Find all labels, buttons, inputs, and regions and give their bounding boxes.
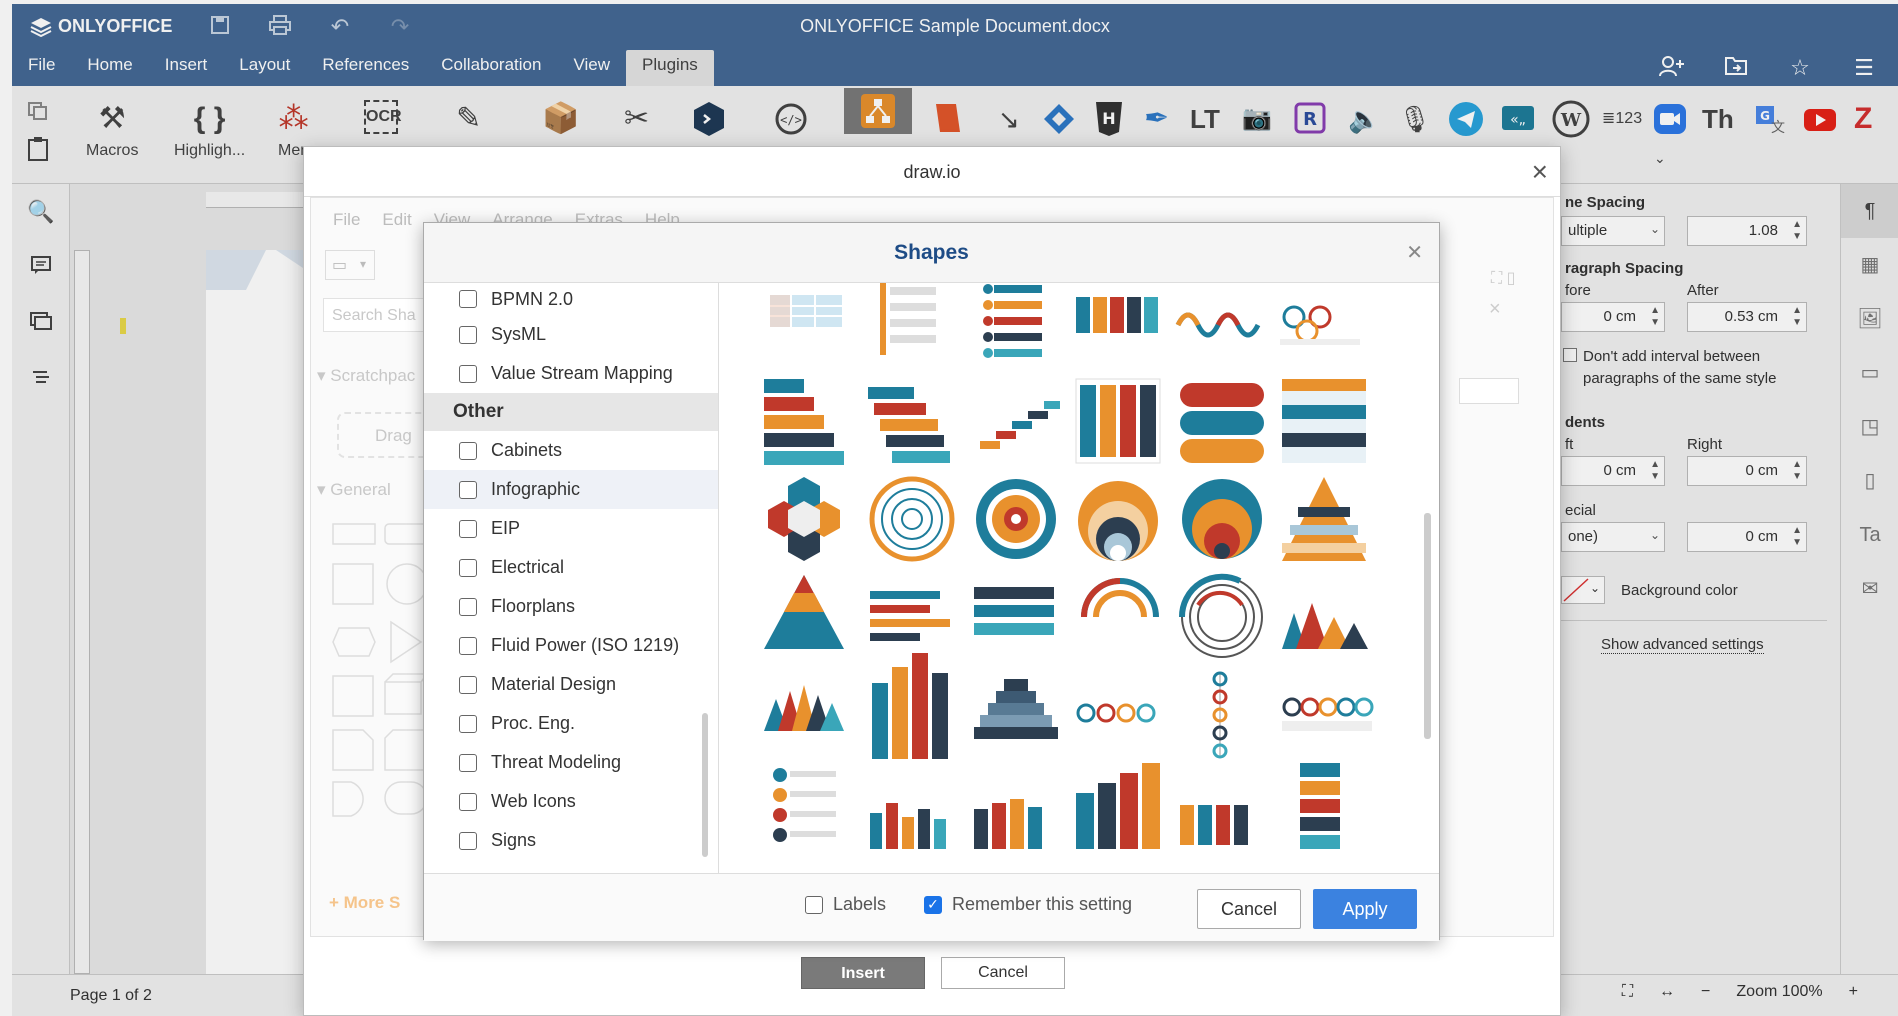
- preview-vertical-timeline: [1212, 671, 1228, 759]
- checkbox[interactable]: [459, 519, 477, 538]
- checkbox[interactable]: [459, 831, 477, 850]
- preview-target: [976, 479, 1056, 559]
- preview-semicircle-gauge: [1081, 578, 1159, 618]
- preview-3d-columns: [974, 799, 1042, 849]
- insert-button[interactable]: Insert: [801, 957, 925, 989]
- list-item[interactable]: Value Stream Mapping: [424, 354, 718, 393]
- preview-diagonal-steps: [980, 401, 1060, 449]
- list-item[interactable]: BPMN 2.0: [424, 283, 718, 315]
- fullscreen-icon[interactable]: ⛶ ▯: [1491, 268, 1515, 288]
- shapes-dialog: Shapes ✕ BPMN 2.0 SysML Value Stream Map…: [423, 222, 1440, 941]
- shapes-cancel-button[interactable]: Cancel: [1197, 889, 1301, 929]
- checkbox[interactable]: [459, 636, 477, 655]
- grid-scrollbar[interactable]: [1424, 513, 1431, 739]
- drawio-format-toggle[interactable]: ▭ ▾: [325, 250, 375, 280]
- list-item[interactable]: SysML: [424, 315, 718, 354]
- checkbox[interactable]: [459, 441, 477, 460]
- more-shapes-link[interactable]: + More S: [329, 893, 400, 913]
- preview-rounded-cards: [1180, 383, 1264, 463]
- preview-cup-columns: [1180, 805, 1248, 845]
- checkbox[interactable]: [459, 290, 477, 308]
- preview-bar-rows: [974, 587, 1054, 635]
- list-item[interactable]: EIP: [424, 509, 718, 548]
- preview-stepped-pyramid: [974, 679, 1058, 739]
- drawio-dialog-footer: Insert Cancel: [304, 945, 1560, 1015]
- preview-numbered-steps: [983, 284, 1042, 358]
- preview-3d-cylinders: [870, 803, 946, 849]
- list-item[interactable]: Web Icons: [424, 782, 718, 821]
- preview-striped-pyramid: [1282, 477, 1366, 561]
- preview-nested-arcs: [1078, 481, 1158, 561]
- list-item[interactable]: Electrical: [424, 548, 718, 587]
- scratchpad-section[interactable]: ▾ Scratchpac: [317, 366, 415, 386]
- preview-card-grid: [1075, 378, 1161, 464]
- list-item[interactable]: Signs: [424, 821, 718, 860]
- preview-bar-list: [870, 591, 950, 641]
- checkbox[interactable]: [459, 792, 477, 811]
- list-scrollbar[interactable]: [702, 713, 708, 857]
- preview-list: [880, 283, 936, 355]
- preview-table: [770, 295, 842, 327]
- list-item[interactable]: Infographic: [424, 470, 718, 509]
- preview-pyramid: [764, 575, 844, 649]
- list-item[interactable]: Cabinets: [424, 431, 718, 470]
- layout-icon: ▭: [332, 257, 348, 274]
- preview-wave: [1175, 312, 1261, 338]
- remember-setting-checkbox[interactable]: ✓: [924, 895, 942, 914]
- shapes-dialog-footer: Labels ✓ Remember this setting Cancel Ap…: [424, 873, 1439, 941]
- list-item[interactable]: Fluid Power (ISO 1219): [424, 626, 718, 665]
- infographic-previews: [764, 283, 1374, 849]
- drawio-cancel-button[interactable]: Cancel: [941, 957, 1065, 989]
- remember-setting-option[interactable]: ✓ Remember this setting: [924, 894, 1132, 915]
- list-item[interactable]: Proc. Eng.: [424, 704, 718, 743]
- preview-3d-blocks: [1076, 763, 1160, 849]
- list-item[interactable]: Floorplans: [424, 587, 718, 626]
- preview-mountain-range: [764, 685, 844, 731]
- preview-ring-timeline: [1282, 697, 1374, 731]
- preview-folded-ribbon: [1300, 763, 1340, 849]
- color-swatch[interactable]: [1459, 378, 1519, 404]
- shapes-dialog-title: Shapes: [894, 241, 969, 264]
- preview-table-grid: [1282, 379, 1366, 463]
- checkbox[interactable]: [459, 597, 477, 616]
- drawio-menu-edit[interactable]: Edit: [382, 210, 411, 230]
- list-item[interactable]: Material Design: [424, 665, 718, 704]
- drawio-dialog-header: draw.io ×: [304, 147, 1560, 197]
- chevron-down-icon: ▾: [360, 257, 367, 271]
- labels-checkbox[interactable]: [805, 895, 823, 914]
- preview-column-chart: [872, 653, 948, 759]
- close-icon[interactable]: ✕: [1406, 223, 1423, 283]
- preview-circle-timeline: [1076, 703, 1156, 723]
- checkbox[interactable]: [459, 325, 477, 344]
- labels-option[interactable]: Labels: [805, 894, 886, 915]
- shape-preview-grid[interactable]: [720, 283, 1438, 873]
- preview-spirals: [1280, 305, 1360, 345]
- preview-nested-circles: [1182, 479, 1262, 559]
- checkbox[interactable]: [459, 364, 477, 383]
- checkbox[interactable]: [459, 675, 477, 694]
- format-panel-close-icon[interactable]: ×: [1489, 298, 1501, 321]
- preview-arrow-labels: [868, 387, 950, 463]
- checkbox[interactable]: [459, 714, 477, 733]
- shapes-dialog-header: Shapes ✕: [424, 223, 1439, 283]
- drawio-dialog-title: draw.io: [903, 162, 961, 182]
- preview-columns: [1076, 297, 1158, 333]
- section-header-other: Other: [424, 393, 718, 431]
- checkbox[interactable]: [459, 753, 477, 772]
- preview-hexagons: [768, 477, 840, 561]
- shape-libraries-list: BPMN 2.0 SysML Value Stream Mapping Othe…: [424, 283, 719, 873]
- preview-ring-gauge: [1178, 573, 1263, 658]
- list-item[interactable]: Threat Modeling: [424, 743, 718, 782]
- preview-icon-list: [773, 768, 836, 842]
- apply-button[interactable]: Apply: [1313, 889, 1417, 929]
- preview-mountain-peaks: [1282, 603, 1368, 649]
- checkbox[interactable]: [459, 558, 477, 577]
- drawio-menu-file[interactable]: File: [333, 210, 360, 230]
- close-icon[interactable]: ×: [1532, 147, 1548, 197]
- general-section[interactable]: ▾ General: [317, 480, 391, 500]
- scratchpad-drop-zone[interactable]: Drag: [337, 412, 437, 458]
- preview-staircase-labels: [764, 379, 844, 465]
- checkbox[interactable]: [459, 480, 477, 499]
- preview-concentric-orange: [869, 476, 955, 562]
